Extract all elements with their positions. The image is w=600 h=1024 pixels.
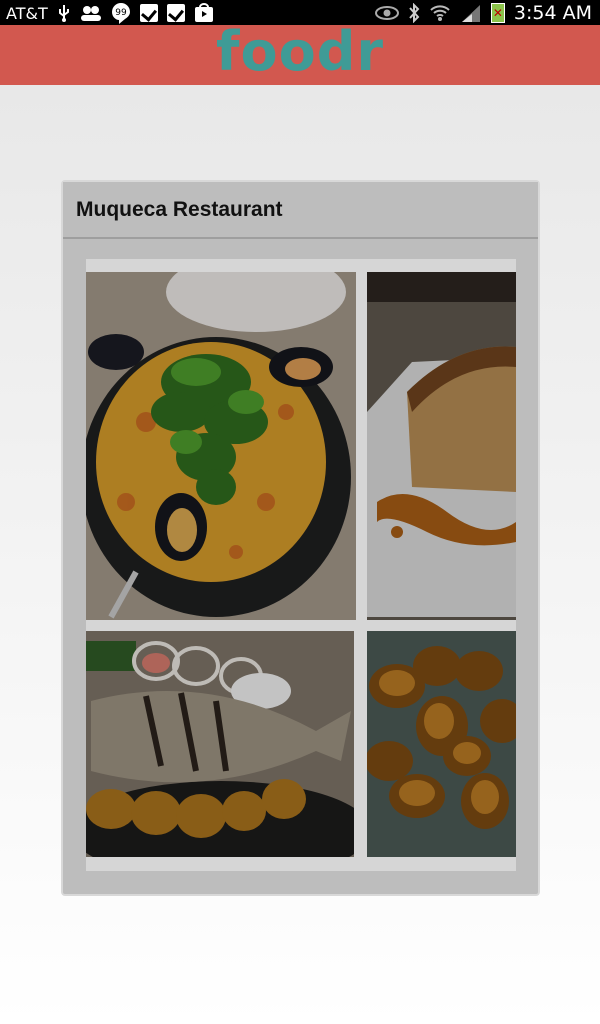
task-check-icon [139, 4, 158, 22]
restaurant-name: Muqueca Restaurant [76, 197, 283, 221]
app-header: foodr [0, 22, 600, 85]
photo-paella-with-mussels[interactable] [86, 272, 356, 620]
clock: 3:54 AM [513, 2, 592, 24]
card-header: Muqueca Restaurant [63, 182, 538, 239]
play-store-icon [194, 3, 214, 23]
photo-gallery [86, 259, 516, 871]
bluetooth-icon [408, 3, 420, 23]
wifi-icon [429, 3, 451, 23]
task-check-icon-2 [166, 4, 185, 22]
battery-icon: ✕ [490, 3, 505, 23]
photo-cake-with-caramel[interactable] [367, 272, 516, 620]
usb-icon [57, 3, 71, 23]
restaurant-card[interactable]: Muqueca Restaurant [61, 180, 540, 896]
contacts-icon [80, 3, 102, 23]
signal-icon [460, 3, 482, 23]
svg-text:99: 99 [115, 8, 127, 18]
app-logo[interactable]: foodr [216, 22, 384, 82]
hangouts-icon: 99 [111, 3, 131, 24]
photo-grilled-fish-with-plantains[interactable] [86, 631, 354, 857]
carrier-label: AT&T [6, 3, 48, 23]
photo-fried-plantains[interactable] [367, 631, 516, 857]
